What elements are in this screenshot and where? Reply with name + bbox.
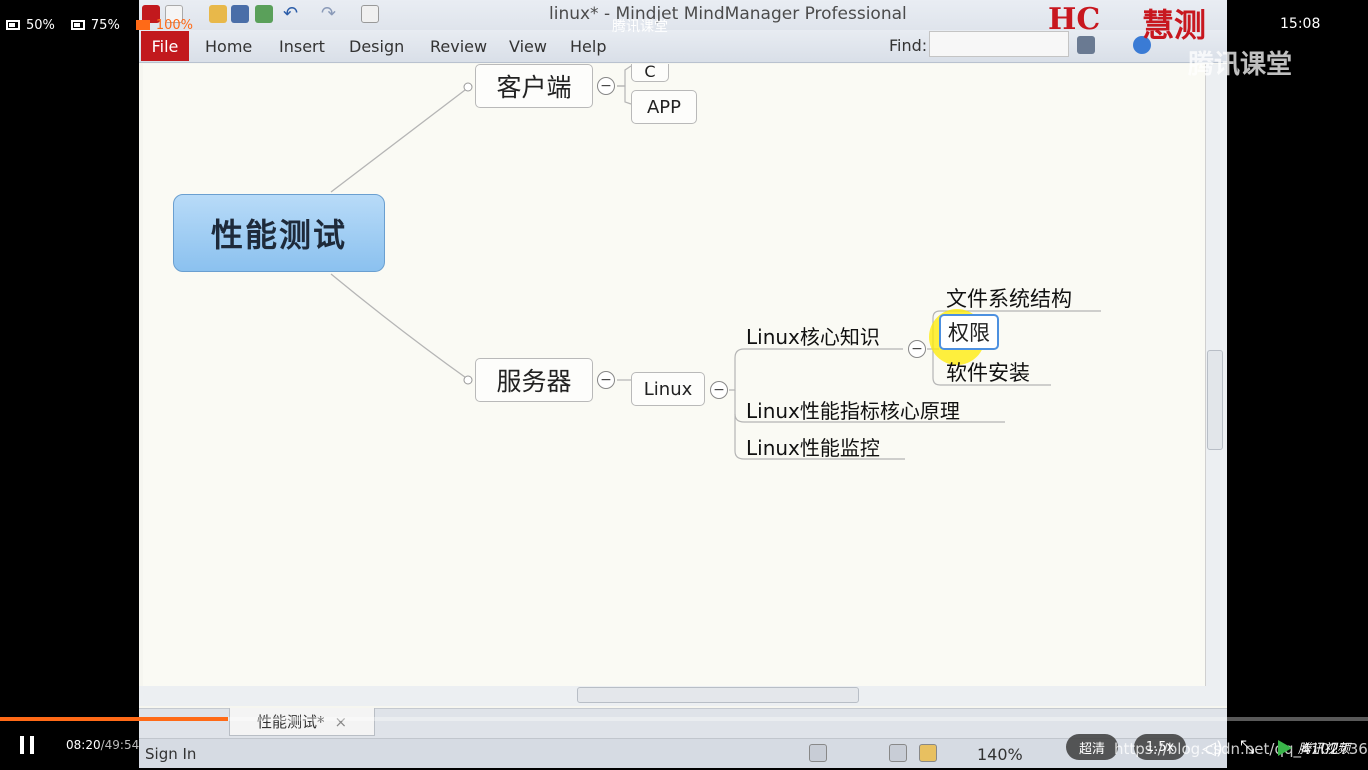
huice-logo: 慧测 — [1142, 6, 1207, 44]
tencent-classroom-watermark: 腾讯课堂 — [1188, 50, 1293, 80]
horizontal-scroll-thumb[interactable] — [577, 687, 859, 703]
document-tab[interactable]: 性能测试* × — [229, 708, 375, 736]
collapse-server-button[interactable]: − — [597, 371, 615, 389]
topic-software-install[interactable]: 软件安装 — [946, 357, 1030, 387]
clock: 15:08 — [1280, 16, 1321, 32]
layout-view-icon[interactable] — [889, 744, 907, 762]
topic-server[interactable]: 服务器 — [475, 358, 593, 402]
sign-in-button[interactable]: Sign In — [145, 745, 196, 763]
line-central-client — [330, 86, 470, 193]
line-central-server — [330, 273, 470, 381]
progress-fill — [0, 717, 229, 721]
filter-icon[interactable] — [809, 744, 827, 762]
topic-linux[interactable]: Linux — [631, 372, 705, 406]
current-time: 08:20 — [66, 738, 101, 752]
hc-logo: HC — [1048, 2, 1101, 37]
zoom-50-button[interactable]: 50% — [6, 18, 55, 33]
time-display: 08:20/49:54 — [66, 738, 139, 752]
line-client-c — [617, 65, 632, 87]
status-bar — [139, 738, 1227, 768]
screen-size-icon — [6, 20, 20, 30]
collapse-client-button[interactable]: − — [597, 77, 615, 95]
exit-fullscreen-icon[interactable]: ⤡ — [1240, 737, 1254, 758]
topic-c[interactable]: C — [631, 64, 669, 82]
topic-permission[interactable]: 权限 — [939, 314, 999, 350]
zoom-75-button[interactable]: 75% — [70, 18, 120, 33]
topic-linux-metrics[interactable]: Linux性能指标核心原理 — [746, 395, 960, 424]
quality-button[interactable]: 超清 — [1066, 734, 1118, 760]
topic-client[interactable]: 客户端 — [475, 64, 593, 108]
close-tab-icon[interactable]: × — [334, 713, 347, 731]
screen-size-icon — [70, 20, 85, 30]
tencent-video-logo: 腾讯视频 — [1278, 738, 1350, 757]
duration: /49:54 — [100, 738, 140, 752]
server-anchor — [463, 375, 473, 385]
volume-icon[interactable]: ◁) — [1202, 738, 1223, 759]
vertical-scroll-thumb[interactable] — [1207, 350, 1223, 450]
mindmanager-window: ↶ ↷ linux* - Mindjet MindManager Profess… — [139, 0, 1227, 768]
line-client-app — [617, 85, 632, 105]
play-logo-icon — [1278, 739, 1292, 756]
central-topic[interactable]: 性能测试 — [173, 194, 385, 272]
client-anchor — [463, 82, 473, 92]
zoom-100-button[interactable]: 100% — [135, 18, 193, 33]
document-tab-label: 性能测试* — [256, 713, 325, 731]
topic-app[interactable]: APP — [631, 90, 697, 124]
topic-linux-core[interactable]: Linux核心知识 — [746, 321, 880, 350]
topic-filesystem[interactable]: 文件系统结构 — [946, 283, 1072, 313]
collapse-core-button[interactable]: − — [908, 340, 926, 358]
line-linux-core — [729, 348, 903, 391]
zoom-options: 50% 75% 100% — [0, 8, 193, 42]
zoom-level: 140% — [977, 745, 1023, 764]
video-title: 腾讯课堂 — [612, 19, 668, 35]
collapse-linux-button[interactable]: − — [710, 381, 728, 399]
map-view-icon[interactable] — [919, 744, 937, 762]
screen-size-icon — [135, 20, 150, 30]
pause-button[interactable] — [20, 736, 36, 754]
topic-linux-monitor[interactable]: Linux性能监控 — [746, 432, 880, 461]
